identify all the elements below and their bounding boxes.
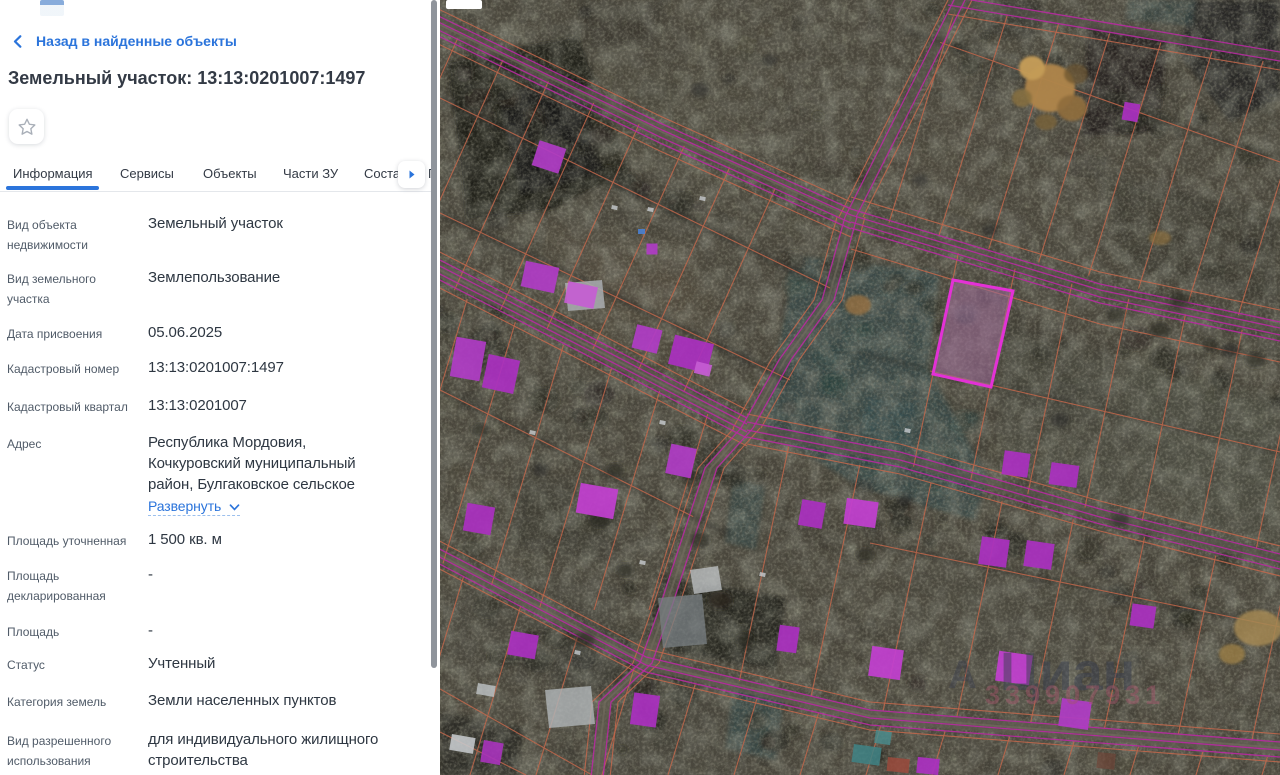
svg-text:339907931: 339907931 (985, 680, 1165, 710)
svg-text:А: А (948, 653, 977, 697)
